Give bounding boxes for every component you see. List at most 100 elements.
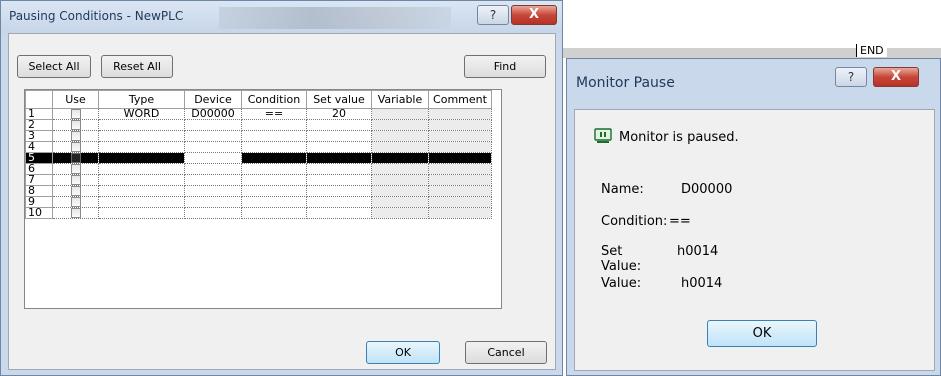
device-cell[interactable]	[184, 152, 242, 164]
variable-cell	[371, 174, 429, 186]
use-cell[interactable]	[52, 185, 99, 197]
device-cell[interactable]: D00000	[184, 108, 242, 120]
type-cell[interactable]	[98, 163, 185, 175]
ok-button[interactable]: OK	[366, 341, 440, 364]
comment-cell	[428, 207, 492, 219]
device-cell[interactable]	[184, 207, 242, 219]
set-value-cell[interactable]	[306, 207, 372, 219]
column-header[interactable]: Variable	[371, 90, 429, 109]
checkbox-icon[interactable]	[70, 208, 81, 218]
type-cell[interactable]	[98, 130, 185, 142]
set-value-cell[interactable]	[306, 196, 372, 208]
select-all-button[interactable]: Select All	[17, 55, 91, 78]
column-header[interactable]: Comment	[428, 90, 492, 109]
table-row[interactable]: 2	[25, 119, 492, 131]
column-header[interactable]: Device	[184, 90, 242, 109]
column-header[interactable]: Set value	[306, 90, 372, 109]
checkbox-icon[interactable]	[70, 120, 81, 130]
help-icon[interactable]: ?	[835, 67, 867, 87]
use-cell[interactable]	[52, 141, 99, 153]
set-value-cell[interactable]	[306, 185, 372, 197]
comment-cell	[428, 163, 492, 175]
device-cell[interactable]	[184, 119, 242, 131]
set-value-cell[interactable]	[306, 119, 372, 131]
close-icon[interactable]: X	[511, 5, 557, 25]
pausing-conditions-dialog: Pausing Conditions - NewPLC ? X Select A…	[0, 0, 563, 376]
column-header[interactable]: Condition	[241, 90, 307, 109]
reset-all-button[interactable]: Reset All	[101, 55, 173, 78]
field-value: D00000	[681, 182, 733, 197]
device-cell[interactable]	[184, 163, 242, 175]
type-cell[interactable]	[98, 119, 185, 131]
device-cell[interactable]	[184, 141, 242, 153]
table-row[interactable]: 4	[25, 141, 492, 153]
column-header[interactable]: Type	[98, 90, 185, 109]
set-value-cell[interactable]	[306, 163, 372, 175]
condition-cell[interactable]	[241, 130, 307, 142]
device-cell[interactable]	[184, 185, 242, 197]
field-label: Condition:	[601, 214, 668, 229]
condition-cell[interactable]	[241, 174, 307, 186]
type-cell[interactable]	[98, 152, 185, 164]
condition-cell[interactable]	[241, 185, 307, 197]
condition-cell[interactable]	[241, 152, 307, 164]
checkbox-icon[interactable]	[70, 153, 81, 163]
table-row[interactable]: 7	[25, 174, 492, 186]
type-cell[interactable]	[98, 196, 185, 208]
device-cell[interactable]	[184, 130, 242, 142]
find-button[interactable]: Find	[464, 55, 546, 78]
condition-cell[interactable]: ==	[241, 108, 307, 120]
use-cell[interactable]	[52, 152, 99, 164]
checkbox-icon[interactable]	[70, 186, 81, 196]
cancel-button[interactable]: Cancel	[465, 341, 547, 364]
field-label: Set Value:	[601, 244, 642, 274]
device-cell[interactable]	[184, 174, 242, 186]
table-row[interactable]: 10	[25, 207, 492, 219]
type-cell[interactable]	[98, 207, 185, 219]
type-cell[interactable]	[98, 141, 185, 153]
checkbox-icon[interactable]	[70, 131, 81, 141]
use-cell[interactable]	[52, 108, 99, 120]
checkbox-icon[interactable]	[70, 175, 81, 185]
condition-cell[interactable]	[241, 141, 307, 153]
column-header[interactable]: Use	[52, 90, 99, 109]
condition-cell[interactable]	[241, 196, 307, 208]
comment-cell	[428, 130, 492, 142]
close-icon[interactable]: X	[873, 67, 919, 87]
help-icon[interactable]: ?	[477, 5, 509, 25]
set-value-cell[interactable]	[306, 141, 372, 153]
use-cell[interactable]	[52, 174, 99, 186]
table-row[interactable]: 3	[25, 130, 492, 142]
set-value-cell[interactable]	[306, 174, 372, 186]
device-cell[interactable]	[184, 196, 242, 208]
table-row[interactable]: 8	[25, 185, 492, 197]
use-cell[interactable]	[52, 163, 99, 175]
condition-cell[interactable]	[241, 207, 307, 219]
conditions-table: Use Type Device Condition Set value Vari…	[25, 90, 492, 219]
table-row[interactable]: 1 WORD D00000 == 20	[25, 108, 492, 120]
variable-cell	[371, 130, 429, 142]
checkbox-icon[interactable]	[70, 109, 81, 119]
type-cell[interactable]	[98, 185, 185, 197]
type-cell[interactable]: WORD	[98, 108, 185, 120]
ok-button[interactable]: OK	[707, 320, 817, 347]
use-cell[interactable]	[52, 207, 99, 219]
condition-cell[interactable]	[241, 119, 307, 131]
table-row[interactable]: 6	[25, 163, 492, 175]
set-value-cell[interactable]	[306, 152, 372, 164]
dialog-client-area: Select All Reset All Find Use Type Devic…	[8, 33, 556, 370]
table-row[interactable]: 9	[25, 196, 492, 208]
table-row-selected[interactable]: 5	[25, 152, 492, 164]
condition-cell[interactable]	[241, 163, 307, 175]
use-cell[interactable]	[52, 196, 99, 208]
conditions-grid: Use Type Device Condition Set value Vari…	[24, 89, 502, 309]
type-cell[interactable]	[98, 174, 185, 186]
set-value-cell[interactable]: 20	[306, 108, 372, 120]
set-value-cell[interactable]	[306, 130, 372, 142]
use-cell[interactable]	[52, 119, 99, 131]
checkbox-icon[interactable]	[70, 197, 81, 207]
checkbox-icon[interactable]	[70, 164, 81, 174]
checkbox-icon[interactable]	[70, 142, 81, 152]
comment-cell	[428, 108, 492, 120]
use-cell[interactable]	[52, 130, 99, 142]
